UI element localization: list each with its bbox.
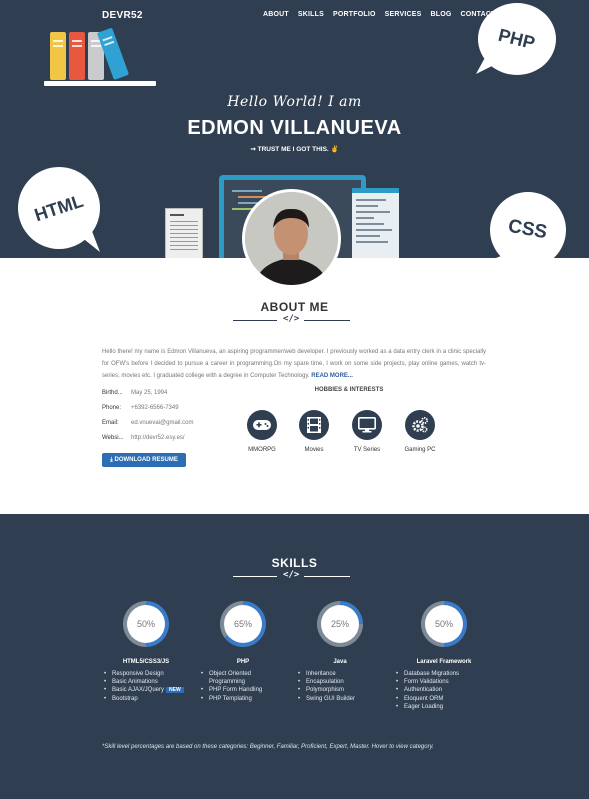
avatar [242, 189, 341, 288]
list-item: Polymorphism [296, 686, 384, 694]
skill-group-title: PHP [236, 659, 250, 665]
code-icon: </> [283, 570, 300, 580]
list-item: PHP Form Handling [199, 686, 287, 694]
divider-line [233, 320, 277, 321]
hero-name: EDMON VILLANUEVA [187, 117, 402, 139]
hobby-gaming-pc: Gaming PC [395, 410, 445, 453]
list-item: Encapsulation [296, 678, 384, 686]
document-illustration [165, 208, 203, 258]
film-icon [299, 410, 329, 440]
skill-group-title: Laravel Framework [416, 659, 472, 665]
tv-icon [352, 410, 382, 440]
skill-group-title: Java [333, 659, 347, 665]
divider-line [304, 320, 350, 321]
about-text: Hello there! my name is Edmon Villanueva… [102, 349, 486, 379]
skill-list: Database Migrations Form Validations Aut… [394, 670, 494, 711]
list-item: Object Oriented Programming [199, 670, 287, 686]
list-item: Eager Loading [394, 703, 494, 711]
list-item: Form Validations [394, 678, 494, 686]
about-title: ABOUT ME [260, 300, 329, 314]
download-resume-button[interactable]: ⤓ DOWNLOAD RESUME [102, 453, 186, 467]
hobby-mmorpg: MMORPG [237, 410, 287, 453]
list-item: PHP Templating [199, 695, 287, 703]
skill-ring[interactable]: 25% [317, 601, 363, 647]
list-item: Swing GUI Builder [296, 695, 384, 703]
new-badge: NEW [166, 687, 184, 694]
info-website: Websi... http://devr52.esy.es/ [102, 435, 185, 441]
skill-group-java: 25% Java Inheritance Encapsulation Polym… [296, 601, 384, 703]
read-more-link[interactable]: READ MORE... [311, 373, 353, 379]
hobby-movies: Movies [289, 410, 339, 453]
divider-line [304, 576, 350, 577]
skill-list: Object Oriented Programming PHP Form Han… [199, 670, 287, 703]
skill-group-title: HTML5/CSS3/JS [122, 659, 170, 665]
about-section: ABOUT ME </> Hello there! my name is Edm… [0, 258, 589, 514]
code-icon: </> [283, 314, 300, 324]
skill-ring[interactable]: 65% [220, 601, 266, 647]
hobbies-title: HOBBIES & INTERESTS [314, 387, 384, 393]
cogs-icon [405, 410, 435, 440]
skill-group-php: 65% PHP Object Oriented Programming PHP … [199, 601, 287, 703]
list-item: Eloquent ORM [394, 695, 494, 703]
skills-section: SKILLS </> 50% HTML5/CSS3/JS Responsive … [0, 514, 589, 799]
hero-tagline: ⇝ TRUST ME I GOT THIS. ✌ [250, 146, 339, 153]
list-item: Bootstrap [102, 695, 190, 703]
list-item: Basic AJAX/JQueryNEW [102, 686, 190, 695]
info-birthdate: Birthd... May 25, 1994 [102, 390, 168, 396]
skill-group-laravel: 50% Laravel Framework Database Migration… [394, 601, 494, 711]
skill-group-html: 50% HTML5/CSS3/JS Responsive Design Basi… [102, 601, 190, 703]
skill-list: Inheritance Encapsulation Polymorphism S… [296, 670, 384, 703]
panel-illustration [352, 188, 399, 258]
skills-note: *Skill level percentages are based on th… [102, 744, 434, 750]
skill-list: Responsive Design Basic Animations Basic… [102, 670, 190, 703]
hero-greeting: Hello World! I am [227, 94, 362, 110]
skill-ring[interactable]: 50% [123, 601, 169, 647]
divider-line [233, 576, 277, 577]
list-item: Authentication [394, 686, 494, 694]
list-item: Database Migrations [394, 670, 494, 678]
gamepad-icon [247, 410, 277, 440]
skills-title: SKILLS [271, 556, 318, 570]
list-item: Basic Animations [102, 678, 190, 686]
info-email: Email: ed.vnuevai@gmail.com [102, 420, 194, 426]
list-item: Inheritance [296, 670, 384, 678]
info-phone: Phone: +6392-6566-7349 [102, 405, 179, 411]
list-item: Responsive Design [102, 670, 190, 678]
skill-ring[interactable]: 50% [421, 601, 467, 647]
hobby-tv-series: TV Series [342, 410, 392, 453]
